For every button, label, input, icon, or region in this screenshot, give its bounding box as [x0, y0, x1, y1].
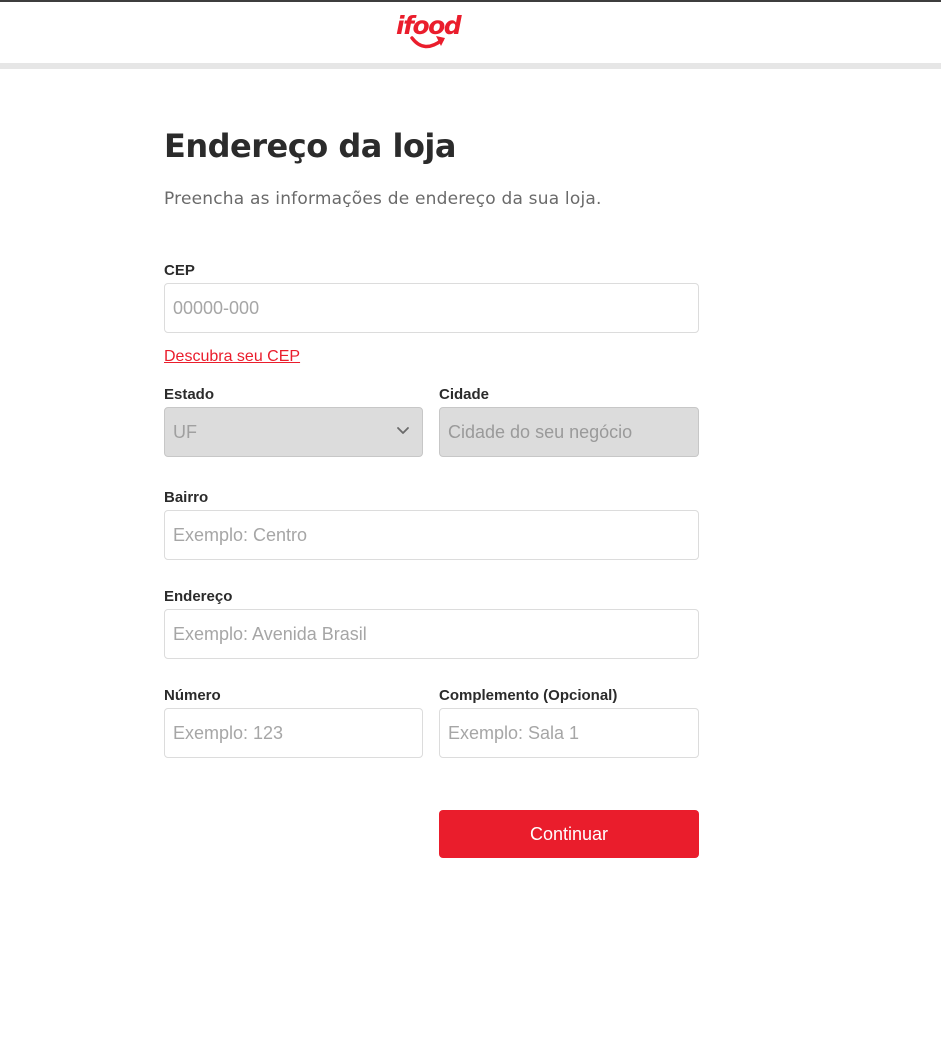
page-title: Endereço da loja — [164, 127, 456, 165]
continue-button[interactable]: Continuar — [439, 810, 699, 858]
cep-label: CEP — [164, 262, 195, 279]
complemento-field-container — [439, 708, 699, 758]
bairro-field-container — [164, 510, 699, 560]
numero-input[interactable] — [165, 709, 422, 757]
estado-select[interactable]: UF — [164, 407, 423, 457]
cidade-label: Cidade — [439, 386, 490, 403]
cep-input[interactable] — [165, 284, 698, 332]
complemento-input[interactable] — [440, 709, 698, 757]
page-subtitle: Preencha as informações de endereço da s… — [164, 189, 602, 209]
ifood-logo[interactable]: ifood — [396, 12, 466, 56]
bairro-input[interactable] — [165, 511, 698, 559]
endereco-field-container — [164, 609, 699, 659]
cidade-input[interactable] — [440, 408, 698, 456]
smile-arrow-icon — [410, 36, 445, 49]
header-divider — [0, 63, 941, 69]
endereco-input[interactable] — [165, 610, 698, 658]
chevron-down-icon — [397, 427, 409, 434]
estado-label: Estado — [164, 386, 215, 403]
cidade-field-container — [439, 407, 699, 457]
endereco-label: Endereço — [164, 588, 233, 605]
cep-field-container — [164, 283, 699, 333]
numero-field-container — [164, 708, 423, 758]
estado-selected-value: UF — [173, 422, 197, 442]
header-bar: ifood — [0, 2, 941, 63]
discover-cep-link[interactable]: Descubra seu CEP — [164, 348, 300, 366]
numero-label: Número — [164, 687, 221, 704]
complemento-label: Complemento (Opcional) — [439, 687, 618, 704]
bairro-label: Bairro — [164, 489, 209, 506]
